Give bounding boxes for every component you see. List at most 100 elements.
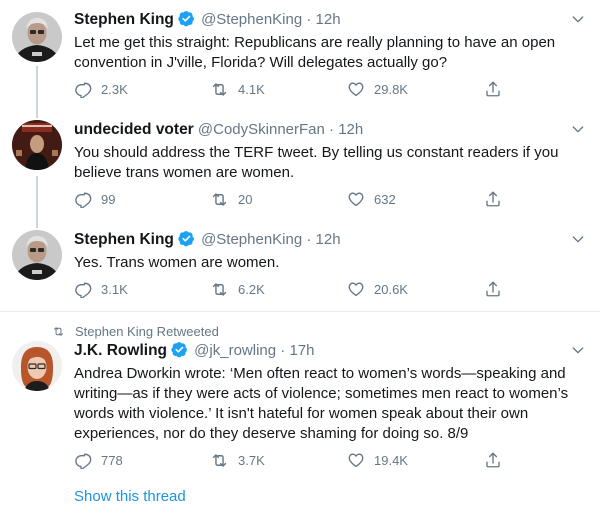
retweet-button[interactable]: 20 [210,190,252,209]
verified-badge-icon [178,230,195,247]
like-count: 19.4K [374,452,408,468]
separator-dot: · [329,121,335,138]
share-button[interactable] [484,451,511,469]
tweet-text-line: words with violence.’ It isn't hateful f… [74,405,529,422]
retweet-button[interactable]: 6.2K [210,280,265,299]
retweet-button[interactable]: 4.1K [210,80,265,99]
avatar[interactable] [12,12,62,62]
tweet-text-line: writing—as if they were acts of violence… [74,385,569,402]
reply-icon [74,190,92,208]
chevron-down-icon[interactable] [570,342,586,358]
timestamp[interactable]: 17h [289,342,314,359]
like-button[interactable]: 29.8K [347,80,408,98]
tweet-text-line: Yes. Trans women are women. [74,254,280,271]
reply-button[interactable]: 2.3K [74,80,128,98]
reply-button[interactable]: 99 [74,190,115,208]
tweet-text-line: Andrea Dworkin wrote: ‘Men often react t… [74,365,566,382]
user-handle[interactable]: @StephenKing [201,11,302,28]
tweet-actions: 99 20 632 [74,190,514,210]
reply-count: 99 [101,191,116,207]
like-icon [347,451,365,469]
display-name[interactable]: Stephen King [74,11,174,28]
reply-button[interactable]: 3.1K [74,280,128,298]
avatar[interactable] [12,120,62,170]
tweet-text: Yes. Trans women are women. [74,253,580,273]
timestamp[interactable]: 12h [338,121,363,138]
share-icon [484,190,502,208]
like-icon [347,190,365,208]
display-name[interactable]: J.K. Rowling [74,342,167,359]
chevron-down-icon[interactable] [570,121,586,137]
tweet-text-line: experiences, nor do they deserve shaming… [74,425,469,442]
like-button[interactable]: 632 [347,190,396,208]
user-handle[interactable]: @StephenKing [201,231,302,248]
separator-dot: · [306,11,312,28]
avatar-image [12,230,62,280]
avatar-image [12,120,62,170]
like-count: 632 [374,191,396,207]
retweet-icon [52,325,65,338]
like-count: 20.6K [374,281,408,297]
tweet[interactable]: Stephen King @StephenKing · 12h Yes. Tra… [0,215,600,310]
reply-count: 2.3K [101,81,128,97]
timestamp[interactable]: 12h [316,231,341,248]
like-icon [347,280,365,298]
display-name[interactable]: Stephen King [74,231,174,248]
tweet-header: J.K. Rowling @jk_rowling · 17h [74,341,314,361]
retweet-count: 20 [238,192,253,207]
tweet-text-line: convention in J'ville, Florida? Will del… [74,54,448,71]
verified-badge-icon [171,341,188,358]
reply-count: 778 [101,452,123,468]
show-thread-link[interactable]: Show this thread [74,488,186,505]
like-count: 29.8K [374,81,408,97]
verified-badge-icon [178,10,195,27]
timestamp[interactable]: 12h [316,11,341,28]
chevron-down-icon[interactable] [570,231,586,247]
tweet[interactable]: undecided voter @CodySkinnerFan · 12h Yo… [0,105,600,225]
retweeted-by[interactable]: Stephen King Retweeted [52,324,219,339]
avatar[interactable] [12,341,62,391]
tweet-header: undecided voter @CodySkinnerFan · 12h [74,120,363,140]
share-button[interactable] [484,280,511,298]
share-button[interactable] [484,190,511,208]
thread-line [36,215,38,228]
avatar-image [12,341,62,391]
display-name[interactable]: undecided voter [74,121,194,138]
share-button[interactable] [484,80,511,98]
share-icon [484,80,502,98]
reply-count: 3.1K [101,281,128,297]
avatar-image [12,12,62,62]
tweet-text: Andrea Dworkin wrote: ‘Men often react t… [74,364,580,444]
retweet-icon [210,80,229,99]
tweet-actions: 2.3K 4.1K 29.8K [74,80,514,100]
separator-dot: · [280,342,286,359]
retweet-count: 4.1K [238,82,265,97]
avatar[interactable] [12,230,62,280]
thread-line [36,105,38,118]
like-icon [347,80,365,98]
like-button[interactable]: 20.6K [347,280,408,298]
like-button[interactable]: 19.4K [347,451,408,469]
tweet[interactable]: Stephen King @StephenKing · 12h Let me g… [0,10,600,114]
tweet-text-line: believe trans women are women. [74,164,295,181]
user-handle[interactable]: @jk_rowling [194,342,276,359]
reply-icon [74,80,92,98]
tweet-text: You should address the TERF tweet. By te… [74,143,580,183]
retweet-icon [210,280,229,299]
user-handle[interactable]: @CodySkinnerFan [198,121,325,138]
tweet-header: Stephen King @StephenKing · 12h [74,230,341,250]
chevron-down-icon[interactable] [570,11,586,27]
retweet-icon [210,451,229,470]
share-icon [484,451,502,469]
separator-dot: · [306,231,312,248]
retweeted-by-label: Stephen King Retweeted [75,324,219,339]
retweet-icon [210,190,229,209]
retweet-count: 3.7K [238,453,265,468]
tweet-text: Let me get this straight: Republicans ar… [74,33,580,73]
reply-button[interactable]: 778 [74,451,123,469]
retweet-count: 6.2K [238,282,265,297]
tweet-actions: 778 3.7K 19.4K [74,451,514,471]
tweet-header: Stephen King @StephenKing · 12h [74,10,341,30]
retweet-button[interactable]: 3.7K [210,451,265,470]
share-icon [484,280,502,298]
